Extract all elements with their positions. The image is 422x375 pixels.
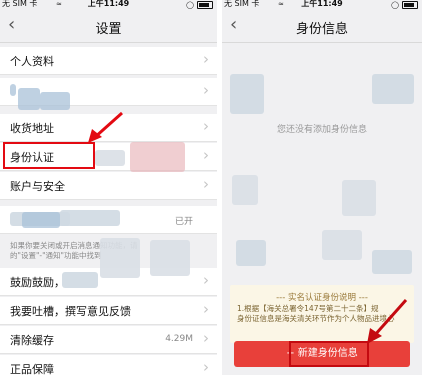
arrow-annotation (367, 299, 408, 344)
row-label: 账户与安全 (10, 180, 65, 193)
add-button-highlight-box (289, 341, 369, 367)
page-title: 设置 (95, 22, 122, 37)
chevron-right-icon: › (203, 175, 209, 193)
identity-screen: 无 SIM 卡 ≈ 上午11:49 ◯ ‹ 身份信息 您还没有添加身份信息 --… (222, 0, 422, 375)
row-value: 已开 (174, 217, 193, 227)
row-label: 清除缓存 (10, 334, 54, 347)
settings-row-profile[interactable]: 个人资料 › (0, 47, 217, 75)
chevron-right-icon: › (203, 81, 209, 99)
chevron-right-icon: › (203, 146, 209, 164)
row-label: 我要吐槽，撰写意见反馈 (10, 305, 131, 318)
lock-icon: ◯ (391, 1, 399, 9)
blur-patch (100, 238, 140, 278)
page-title: 身份信息 (295, 22, 348, 37)
chevron-right-icon: › (203, 329, 209, 347)
row-value: 4.29M (165, 334, 193, 344)
row-label: 正品保障 (10, 363, 54, 375)
blur-patch (22, 212, 60, 228)
status-bar: 无 SIM 卡 ≈ 上午11:49 ◯ (222, 0, 422, 10)
blur-patch (342, 180, 376, 216)
settings-row-clear-cache[interactable]: 清除缓存 4.29M › (0, 326, 217, 354)
chevron-right-icon: › (203, 50, 209, 68)
settings-screen: 无 SIM 卡 ≈ 上午11:49 ◯ ‹ 设置 个人资料 › › 收货地址 ›… (0, 0, 217, 375)
row-label: 鼓励鼓励， (10, 276, 65, 289)
chevron-right-icon: › (203, 271, 209, 289)
blur-patch (60, 210, 120, 226)
chevron-right-icon: › (203, 117, 209, 135)
blur-patch (372, 250, 412, 274)
identity-highlight-box (3, 142, 95, 169)
blur-patch (230, 74, 264, 114)
chevron-right-icon: › (203, 300, 209, 318)
settings-row-account-security[interactable]: 账户与安全 › (0, 172, 217, 200)
lock-icon: ◯ (186, 1, 194, 9)
status-bar: 无 SIM 卡 ≈ 上午11:49 ◯ (0, 0, 217, 10)
blur-patch (62, 272, 98, 288)
blur-patch (150, 240, 190, 276)
settings-row-feedback[interactable]: 我要吐槽，撰写意见反馈 › (0, 297, 217, 325)
blur-patch (372, 74, 414, 104)
chevron-right-icon: › (203, 358, 209, 375)
battery-icon (197, 1, 213, 9)
arrow-annotation (88, 111, 123, 143)
blur-patch (18, 88, 40, 110)
blur-patch (236, 240, 266, 266)
settings-row-authentic[interactable]: 正品保障 › (0, 355, 217, 375)
clock-text: 上午11:49 (87, 0, 130, 8)
nav-bar: ‹ 身份信息 (222, 10, 422, 43)
blur-patch (40, 92, 70, 110)
blurred-label (10, 84, 16, 96)
row-label: 收货地址 (10, 122, 54, 135)
battery-icon (402, 1, 418, 9)
nav-bar: ‹ 设置 (0, 10, 217, 43)
blur-patch (322, 230, 362, 260)
row-label: 个人资料 (10, 55, 54, 68)
blur-patch (95, 150, 125, 166)
blur-patch (130, 142, 185, 172)
empty-state-text: 您还没有添加身份信息 (276, 125, 367, 135)
blur-patch (232, 175, 258, 205)
